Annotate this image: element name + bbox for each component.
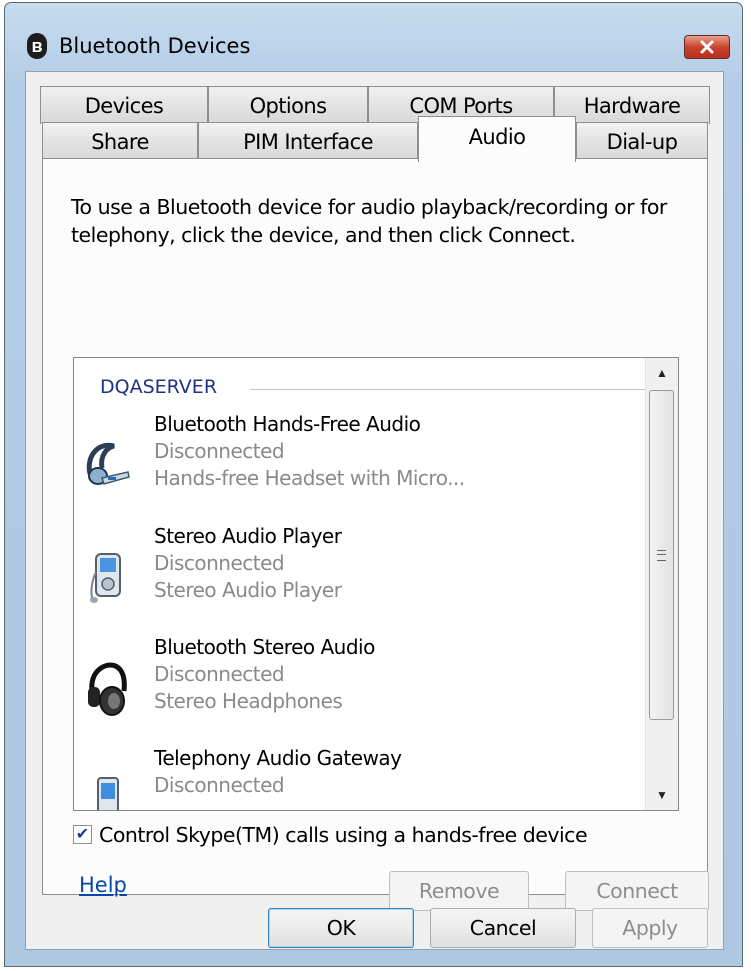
close-button[interactable] xyxy=(684,35,730,59)
group-divider xyxy=(250,389,650,390)
skype-checkbox[interactable]: ✔ xyxy=(73,825,92,844)
scroll-thumb[interactable] xyxy=(649,390,674,720)
tab-pim-interface[interactable]: PIM Interface xyxy=(198,122,418,160)
list-item[interactable]: Bluetooth Hands-Free Audio Disconnected … xyxy=(74,412,644,520)
remove-button[interactable]: Remove xyxy=(389,871,529,911)
audio-description: To use a Bluetooth device for audio play… xyxy=(71,195,667,247)
device-name: Bluetooth Hands-Free Audio xyxy=(154,412,421,436)
scroll-up-button[interactable]: ▲ xyxy=(646,358,678,388)
bluetooth-devices-window: ʙ Bluetooth Devices Devices Options COM … xyxy=(4,2,743,967)
cancel-button[interactable]: Cancel xyxy=(430,908,576,948)
device-type: Stereo Headphones xyxy=(154,689,343,713)
window-title: Bluetooth Devices xyxy=(59,34,251,58)
list-item[interactable]: Bluetooth Stereo Audio Disconnected Ster… xyxy=(74,635,644,743)
device-status: Disconnected xyxy=(154,662,285,686)
help-link[interactable]: Help xyxy=(79,873,127,897)
list-item[interactable]: Telephony Audio Gateway Disconnected xyxy=(74,746,644,810)
audio-player-icon xyxy=(90,553,121,603)
bluetooth-icon: ʙ xyxy=(27,33,47,59)
tab-share[interactable]: Share xyxy=(42,122,198,160)
device-status: Disconnected xyxy=(154,773,285,797)
audio-tab-panel: To use a Bluetooth device for audio play… xyxy=(42,158,709,911)
dialog-client-area: Devices Options COM Ports Hardware Share… xyxy=(25,71,724,950)
group-header: DQASERVER xyxy=(100,376,218,398)
tab-options[interactable]: Options xyxy=(208,86,368,124)
tab-hardware[interactable]: Hardware xyxy=(554,86,710,124)
audio-device-list[interactable]: DQASERVER Bluetooth Hands-Free Audio Dis… xyxy=(73,357,679,811)
arrow-up-icon: ▲ xyxy=(656,366,668,380)
arrow-down-icon: ▼ xyxy=(656,788,668,802)
close-icon xyxy=(700,40,714,54)
device-list-scrollbar[interactable]: ▲ ▼ xyxy=(645,358,678,810)
device-name: Stereo Audio Player xyxy=(154,524,342,548)
tab-dial-up[interactable]: Dial-up xyxy=(576,122,708,160)
phone-icon xyxy=(97,777,119,810)
connect-button[interactable]: Connect xyxy=(565,871,709,911)
device-type: Hands-free Headset with Micro... xyxy=(154,466,465,490)
list-item[interactable]: Stereo Audio Player Disconnected Stereo … xyxy=(74,524,644,632)
headset-icon xyxy=(86,442,130,485)
device-name: Telephony Audio Gateway xyxy=(154,746,402,770)
tab-audio[interactable]: Audio xyxy=(418,116,576,162)
device-status: Disconnected xyxy=(154,439,285,463)
scroll-down-button[interactable]: ▼ xyxy=(646,780,678,810)
ok-button[interactable]: OK xyxy=(268,908,414,948)
device-type: Stereo Audio Player xyxy=(154,578,342,602)
grip-icon xyxy=(657,549,666,561)
skype-checkbox-label[interactable]: Control Skype(TM) calls using a hands-fr… xyxy=(99,823,588,847)
device-name: Bluetooth Stereo Audio xyxy=(154,635,375,659)
headphones-icon xyxy=(88,662,127,716)
apply-button[interactable]: Apply xyxy=(592,908,708,948)
device-status: Disconnected xyxy=(154,551,285,575)
tab-devices[interactable]: Devices xyxy=(40,86,208,124)
